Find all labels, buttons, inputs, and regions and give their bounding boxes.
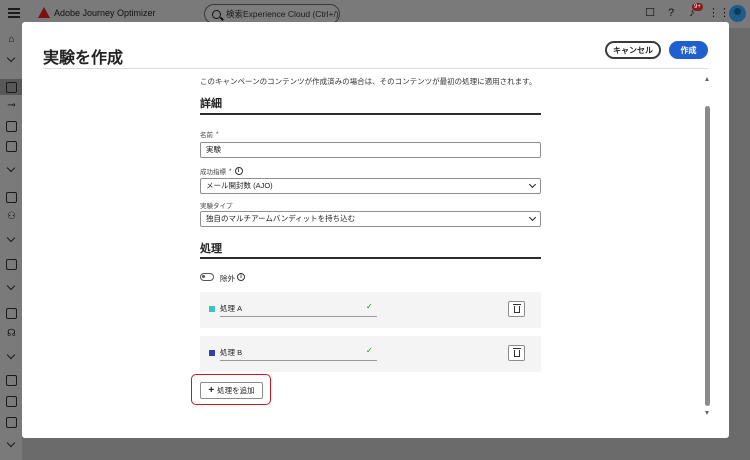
reports-icon[interactable] bbox=[6, 308, 17, 319]
campaign-icon[interactable] bbox=[6, 82, 17, 93]
scroll-up-arrow-icon[interactable] bbox=[705, 77, 709, 81]
delete-treatment-button[interactable] bbox=[508, 301, 525, 317]
name-label: 名前 * bbox=[200, 130, 219, 140]
intro-text: このキャンペーンのコンテンツが作成済みの場合は、そのコンテンツが最初の処理に適用… bbox=[200, 77, 537, 86]
metric-label: 成功指標 * i bbox=[200, 166, 243, 176]
app-name: Adobe Journey Optimizer bbox=[54, 8, 156, 18]
details-heading: 詳細 bbox=[200, 98, 222, 110]
feedback-icon[interactable]: ☐ bbox=[644, 7, 656, 19]
treatment-name-field[interactable]: 処理 B bbox=[220, 346, 377, 361]
success-metric-select[interactable]: メール開封数 (AJO) bbox=[200, 178, 541, 194]
search-placeholder: 検索Experience Cloud (Ctrl+/) bbox=[226, 9, 339, 19]
create-experiment-dialog: 実験を作成 キャンセル 作成 このキャンペーンのコンテンツが作成済みの場合は、そ… bbox=[22, 22, 729, 438]
experiment-type-label: 実験タイプ bbox=[200, 203, 233, 210]
apps-grid-icon[interactable]: ⋮⋮ bbox=[708, 7, 730, 19]
exclude-toggle[interactable] bbox=[200, 273, 214, 281]
chevron-down-icon[interactable] bbox=[6, 281, 16, 291]
hamburger-menu-icon[interactable] bbox=[8, 8, 20, 18]
treatment-card: 処理 A ✓ bbox=[200, 292, 541, 328]
treatments-heading: 処理 bbox=[200, 243, 222, 255]
channels-icon[interactable] bbox=[6, 375, 17, 386]
left-nav: ⌂ ⊸ ⚇ ☊ bbox=[0, 28, 22, 460]
home-icon[interactable]: ⌂ bbox=[6, 34, 17, 45]
audience-icon[interactable]: ⚇ bbox=[6, 211, 17, 222]
document-icon[interactable] bbox=[6, 141, 17, 152]
create-button[interactable]: 作成 bbox=[669, 41, 708, 59]
check-icon: ✓ bbox=[366, 346, 373, 355]
header-divider bbox=[43, 68, 708, 69]
admin-icon[interactable] bbox=[6, 396, 17, 407]
info-icon[interactable]: i bbox=[234, 167, 243, 175]
trash-icon bbox=[513, 348, 521, 357]
scrollbar-thumb[interactable] bbox=[705, 106, 710, 406]
shield-icon[interactable] bbox=[6, 417, 17, 428]
delete-treatment-button[interactable] bbox=[508, 345, 525, 361]
required-mark: * bbox=[229, 167, 232, 175]
treatment-card: 処理 B ✓ bbox=[200, 336, 541, 372]
content-icon[interactable] bbox=[6, 121, 17, 132]
details-divider bbox=[200, 113, 541, 115]
search-icon bbox=[212, 9, 221, 19]
required-mark: * bbox=[216, 130, 219, 138]
treatments-divider bbox=[200, 257, 541, 259]
chevron-down-icon[interactable] bbox=[6, 350, 16, 360]
journey-icon[interactable]: ⊸ bbox=[6, 100, 17, 111]
schema-icon[interactable] bbox=[6, 259, 17, 270]
notification-badge: 9+ bbox=[692, 3, 703, 11]
rules-icon[interactable] bbox=[6, 192, 17, 203]
exclude-label: 除外 bbox=[220, 274, 235, 283]
info-icon[interactable]: i bbox=[237, 273, 245, 281]
experiment-type-select[interactable]: 独自のマルチアームバンディットを持ち込む bbox=[200, 211, 541, 227]
chevron-down-icon[interactable] bbox=[6, 53, 16, 63]
treatment-color-swatch bbox=[209, 306, 215, 312]
chevron-down-icon[interactable] bbox=[6, 438, 16, 448]
name-field[interactable]: 実験 bbox=[200, 142, 541, 158]
avatar[interactable] bbox=[729, 5, 746, 22]
alerts-icon[interactable]: ☊ bbox=[6, 328, 17, 339]
cancel-button[interactable]: キャンセル bbox=[605, 41, 661, 59]
chevron-down-icon[interactable] bbox=[6, 233, 16, 243]
adobe-logo-icon bbox=[38, 7, 50, 18]
chevron-down-icon bbox=[528, 180, 537, 189]
treatment-name-field[interactable]: 処理 A bbox=[220, 302, 377, 317]
add-treatment-button[interactable]: + 処理を追加 bbox=[200, 382, 263, 399]
chevron-down-icon bbox=[528, 213, 537, 222]
check-icon: ✓ bbox=[366, 302, 373, 311]
treatment-color-swatch bbox=[209, 350, 215, 356]
add-treatment-label: 処理を追加 bbox=[217, 386, 255, 395]
scroll-down-arrow-icon[interactable] bbox=[705, 411, 709, 415]
help-icon[interactable]: ? bbox=[665, 7, 677, 19]
plus-icon: + bbox=[208, 384, 215, 396]
chevron-down-icon[interactable] bbox=[6, 163, 16, 173]
trash-icon bbox=[513, 304, 521, 313]
search-input[interactable]: 検索Experience Cloud (Ctrl+/) bbox=[204, 4, 340, 24]
dialog-title: 実験を作成 bbox=[43, 50, 124, 67]
